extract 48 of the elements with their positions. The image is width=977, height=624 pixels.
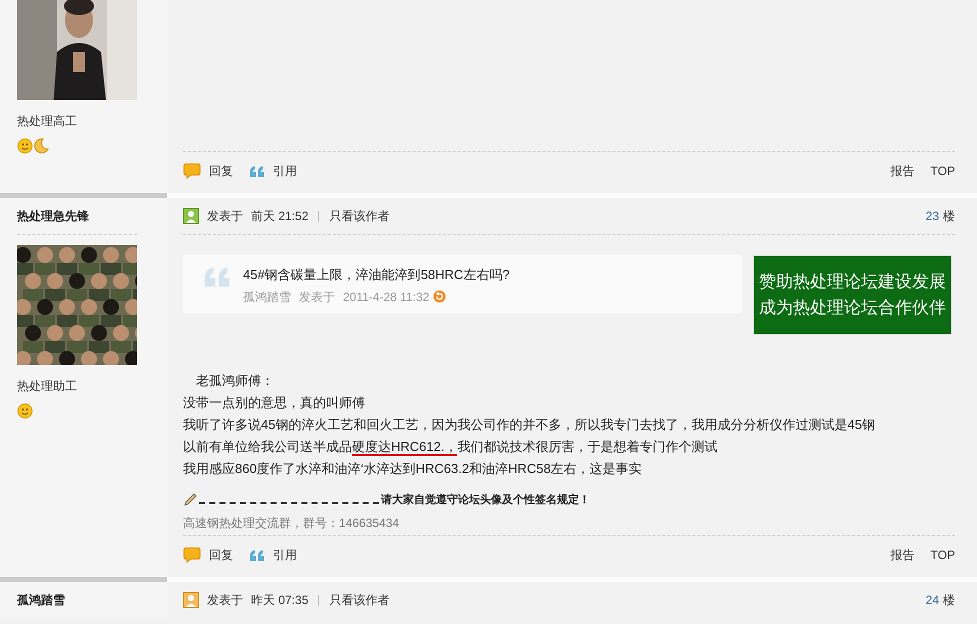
post-time: 昨天 07:35 [251, 592, 308, 609]
floor-label: 楼 [943, 208, 955, 225]
user-icon [183, 592, 199, 608]
author-name[interactable]: 热处理急先锋 [17, 207, 89, 225]
pencil-icon [183, 493, 197, 508]
banner-text: 赞助热处理论坛建设发展 [759, 271, 946, 293]
user-icon [183, 208, 199, 224]
user-rank: 热处理助工 [17, 378, 78, 395]
post-text-line: 以前有单位给我公司送半成品硬度达HRC612.，我们都说技术很厉害，于是想着专门作个测试 [183, 438, 718, 458]
signature-notice: 请大家自觉遵守论坛头像及个性签名规定！ [381, 492, 590, 508]
author-only-link[interactable]: 只看该作者 [329, 207, 390, 225]
floor-number: 24 [926, 592, 939, 609]
go-to-post-icon[interactable] [433, 290, 446, 303]
quoted-title: 45#钢含碳量上限，淬油能淬到58HRC左右吗? [243, 266, 510, 284]
signature-text: 高速钢热处理交流群，群号：146635434 [183, 514, 400, 532]
speech-bubble-icon [183, 547, 201, 563]
report-link[interactable]: 报告 [890, 546, 915, 564]
smiley-icon [17, 138, 33, 154]
floor-number: 23 [926, 208, 939, 225]
post-text-line: 没带一点别的意思，真的叫师傅 [183, 394, 366, 412]
top-link[interactable]: TOP [930, 546, 955, 564]
quoted-author: 孤鸿踏雪 [243, 288, 291, 306]
speech-bubble-icon [183, 163, 201, 179]
post-text-line: 老孤鸿师傅： [195, 372, 275, 390]
author-only-link[interactable]: 只看该作者 [329, 591, 390, 609]
moon-icon [33, 138, 49, 154]
reply-link[interactable]: 回复 [209, 162, 233, 180]
quote-icon [203, 265, 231, 289]
quoted-time: 2011-4-28 11:32 [343, 288, 430, 306]
top-link[interactable]: TOP [930, 162, 955, 180]
quote-link[interactable]: 引用 [273, 546, 297, 564]
sponsor-banner[interactable]: 赞助热处理论坛建设发展 成为热处理论坛合作伙伴 [753, 255, 952, 335]
banner-text: 成为热处理论坛合作伙伴 [759, 297, 946, 319]
posted-label: 发表于 [299, 288, 335, 306]
author-name[interactable]: 孤鸿踏雪 [17, 591, 65, 609]
quote-icon [249, 164, 265, 178]
post-text-line: 我用感应860度作了水淬和油淬‘水淬达到HRC63.2和油淬HRC58左右，这是事实 [183, 460, 643, 478]
reply-link[interactable]: 回复 [209, 546, 233, 564]
post-time: 前天 21:52 [251, 208, 308, 225]
smiley-icon [17, 403, 33, 419]
quote-icon [249, 548, 265, 562]
floor-label: 楼 [943, 592, 955, 609]
posted-label: 发表于 [207, 592, 243, 609]
user-rank: 热处理高工 [17, 113, 78, 130]
posted-label: 发表于 [207, 208, 243, 225]
report-link[interactable]: 报告 [890, 162, 915, 180]
post-text-line: 我听了许多说45钢的淬火工艺和回火工艺，因为我公司作的并不多，所以我专门去找了，我用成分分析仪作过测试是45钢 [183, 416, 876, 434]
quote-link[interactable]: 引用 [273, 162, 297, 180]
